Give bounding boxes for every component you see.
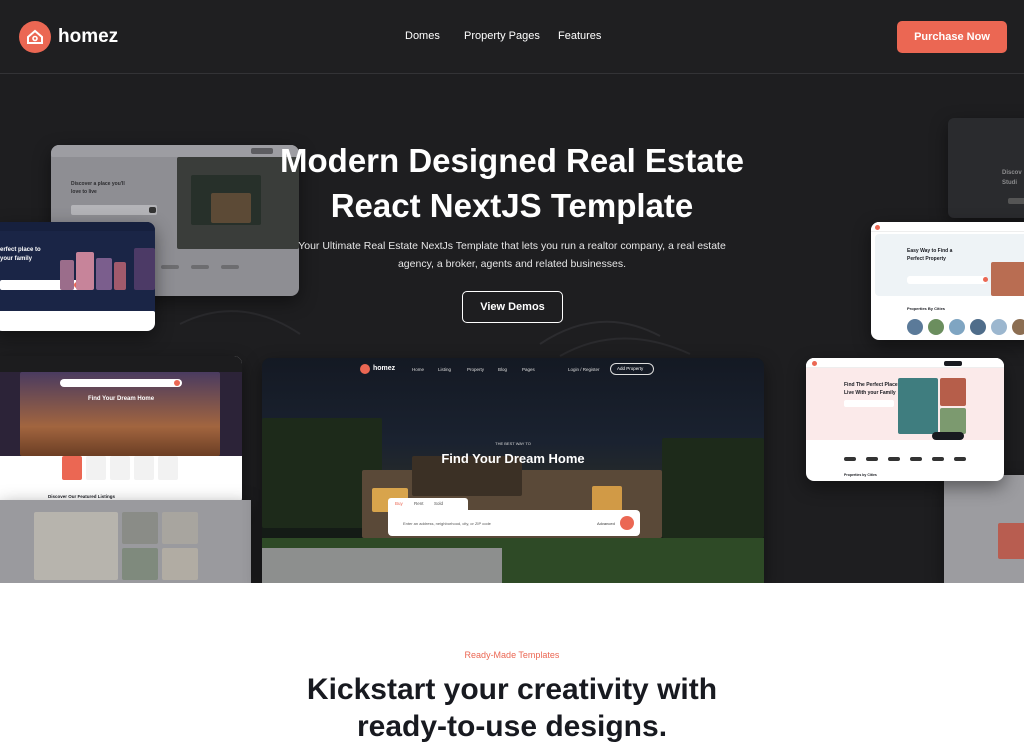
mockup-title: Find Your Dream Home: [87, 396, 155, 402]
site-header: homez Domes Property Pages Features Purc…: [0, 0, 1024, 74]
mockup-heading: Discover a place you'll love to live: [71, 181, 125, 195]
section-title: Kickstart your creativity with ready-to-u…: [306, 673, 718, 743]
nav-property-pages[interactable]: Property Pages: [464, 30, 540, 42]
demo-screenshot-pink[interactable]: Find The Perfect Place to Live With your …: [806, 358, 1004, 481]
demo-screenshot-edge: Discov Studi: [948, 118, 1024, 218]
mockup-brand: homez: [373, 365, 396, 372]
nav-domes[interactable]: Domes: [405, 30, 440, 42]
demo-screenshot-edge-lower: [944, 475, 1024, 584]
hero-title: Modern Designed Real Estate React NextJS …: [280, 142, 744, 224]
section-eyebrow: Ready-Made Templates: [464, 650, 560, 660]
demo-screenshot-light[interactable]: Easy Way to Find a Perfect Property Prope…: [871, 222, 1024, 340]
demo-screenshot-main[interactable]: homez Home Listing Property Blog Pages L…: [262, 358, 764, 584]
mockup-search-placeholder: Enter an address, neighborhood, city, or…: [403, 521, 491, 526]
mockup-heading: erfect place to your family: [0, 247, 41, 262]
purchase-now-button[interactable]: Purchase Now: [897, 21, 1007, 53]
home-logo-icon[interactable]: [19, 21, 51, 53]
mockup-section: Discover Our Featured Listings: [48, 494, 116, 499]
mockup-heading: Find The Perfect Place to Live With your …: [844, 382, 904, 396]
demo-screenshot-listings: [0, 500, 251, 584]
mockup-heading: Easy Way to Find a Perfect Property: [907, 248, 953, 262]
nav-features[interactable]: Features: [558, 30, 601, 42]
mockup-hero-title: Find Your Dream Home: [441, 451, 585, 466]
hero-description: Your Ultimate Real Estate NextJs Templat…: [298, 240, 726, 270]
brand-name[interactable]: homez: [58, 26, 118, 48]
demo-screenshot-dream-home[interactable]: Find Your Dream Home Discover Our Featur…: [0, 356, 242, 506]
landing-page: { "header":{"brand":"homez","nav":["Dome…: [0, 0, 1024, 750]
demo-screenshot-navy[interactable]: erfect place to your family: [0, 222, 155, 331]
mockup-eyebrow: THE BEST WAY TO: [495, 441, 531, 446]
view-demos-button[interactable]: View Demos: [462, 291, 563, 323]
